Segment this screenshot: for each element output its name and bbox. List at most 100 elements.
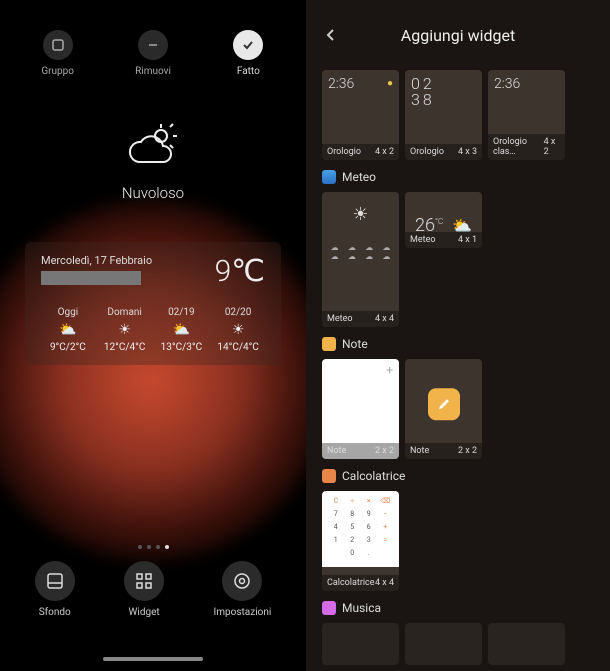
- section-calc: Calcolatrice: [322, 469, 594, 483]
- meteo-app-icon: [322, 170, 336, 184]
- widget-name: Note: [410, 446, 429, 456]
- wallpaper-icon: [35, 561, 75, 601]
- widget-name: Orologio clas…: [493, 137, 544, 157]
- calc-key: 8: [350, 510, 354, 522]
- calc-keypad: C÷×⌫789−456+123=0.: [322, 491, 399, 567]
- day-label: Domani: [107, 307, 141, 318]
- top-actions: Gruppo Rimuovi Fatto: [0, 0, 306, 77]
- current-temp: 9℃: [215, 254, 265, 289]
- note-widget-list[interactable]: + Note 2 x 2: [322, 359, 399, 459]
- widget-name: Note: [327, 446, 346, 456]
- gear-icon: [222, 561, 262, 601]
- widget-button[interactable]: Widget: [124, 561, 164, 618]
- note-app-icon: [322, 337, 336, 351]
- calc-widget-4x4[interactable]: C÷×⌫789−456+123=0. Calcolatrice4 x 4: [322, 491, 399, 591]
- section-note: Note: [322, 337, 594, 351]
- day-temp: 9°C/2°C: [50, 342, 86, 353]
- wallpaper-button[interactable]: Sfondo: [35, 561, 75, 618]
- widget-name: Orologio: [410, 147, 444, 157]
- calc-key: ⌫: [380, 497, 390, 509]
- widget-icon: [124, 561, 164, 601]
- widget-size: 2 x 2: [375, 446, 394, 456]
- section-meteo: Meteo: [322, 170, 594, 184]
- calc-key: 2: [350, 536, 354, 548]
- calc-key: 3: [367, 536, 371, 548]
- widget-name: Calcolatrice: [327, 578, 375, 588]
- music-widget[interactable]: [488, 623, 565, 665]
- sunny-icon: ☀: [118, 322, 131, 338]
- day-label: 02/19: [168, 307, 195, 318]
- clock-preview: 2:36 ●: [322, 70, 399, 98]
- sunny-icon: ☀: [232, 322, 245, 338]
- calc-key: 5: [350, 523, 354, 535]
- partly-cloudy-icon: ⛅: [173, 322, 190, 338]
- calc-key: C: [333, 497, 338, 509]
- section-label: Meteo: [342, 170, 376, 184]
- section-label: Calcolatrice: [342, 469, 405, 483]
- settings-button[interactable]: Impostazioni: [214, 561, 272, 618]
- meteo-unit: °C: [435, 217, 443, 226]
- moon-icon: ●: [387, 78, 393, 89]
- widget-size: 4 x 4: [375, 314, 394, 324]
- done-label: Fatto: [237, 66, 260, 77]
- clock-time: 2:36: [328, 76, 354, 92]
- page-title: Aggiungi widget: [401, 26, 515, 45]
- calc-key: −: [383, 510, 387, 522]
- meteo-widget-row: ☀ ☁☁☁☁ ☁☁☁☁ Meteo4 x 4 26°C ⛅ Meteo4 x 1: [322, 192, 594, 327]
- widget-list[interactable]: 2:36 ● Orologio4 x 2 02 38 Orologio4 x 3…: [306, 70, 610, 671]
- widget-size: 4 x 2: [375, 147, 394, 157]
- clock-preview: 02 38: [405, 70, 482, 114]
- calc-key: 4: [334, 523, 338, 535]
- nav-handle[interactable]: [103, 657, 203, 661]
- note-widget-row: + Note 2 x 2 Note 2 x 2: [322, 359, 594, 459]
- clock-widget-4x3[interactable]: 02 38 Orologio4 x 3: [405, 70, 482, 160]
- redacted-location: [41, 271, 141, 285]
- pencil-icon: [428, 388, 460, 420]
- meteo-widget-4x4[interactable]: ☀ ☁☁☁☁ ☁☁☁☁ Meteo4 x 4: [322, 192, 399, 327]
- note-widget-single[interactable]: Note 2 x 2: [405, 359, 482, 459]
- music-widget[interactable]: [322, 623, 399, 665]
- forecast-day: 02/19 ⛅ 13°C/3°C: [155, 307, 209, 353]
- wallpaper-label: Sfondo: [39, 607, 71, 618]
- calc-key: ×: [367, 497, 371, 509]
- back-button[interactable]: [324, 23, 338, 47]
- day-temp: 12°C/4°C: [104, 342, 145, 353]
- widget-size: 2 x 2: [458, 446, 477, 456]
- weather-widget[interactable]: Mercoledì, 17 Febbraio 9℃ Oggi ⛅ 9°C/2°C…: [25, 242, 281, 365]
- forecast-row: Oggi ⛅ 9°C/2°C Domani ☀ 12°C/4°C 02/19 ⛅…: [41, 307, 265, 353]
- music-widget[interactable]: [405, 623, 482, 665]
- group-label: Gruppo: [41, 66, 74, 77]
- settings-label: Impostazioni: [214, 607, 272, 618]
- widget-picker-header: Aggiungi widget: [306, 0, 610, 70]
- widget-name: Meteo: [327, 314, 352, 324]
- clock-classic-widget-4x2[interactable]: 2:36 Orologio clas…4 x 2: [488, 70, 565, 160]
- remove-icon: [138, 30, 168, 60]
- calc-key: .: [368, 549, 370, 561]
- widget-picker-screen: Aggiungi widget 2:36 ● Orologio4 x 2 02 …: [306, 0, 610, 671]
- clock-widget-4x2[interactable]: 2:36 ● Orologio4 x 2: [322, 70, 399, 160]
- home-edit-screen: Gruppo Rimuovi Fatto Nuvoloso: [0, 0, 306, 671]
- forecast-day: Domani ☀ 12°C/4°C: [98, 307, 152, 353]
- hourly-icons: ☁☁☁☁: [322, 243, 399, 252]
- widget-size: 4 x 4: [375, 578, 394, 588]
- clock-widget-row: 2:36 ● Orologio4 x 2 02 38 Orologio4 x 3…: [322, 70, 594, 160]
- calc-key: =: [383, 536, 387, 548]
- calc-key: ÷: [350, 497, 354, 509]
- clock-preview: 2:36: [488, 70, 565, 98]
- done-button[interactable]: Fatto: [218, 30, 278, 77]
- clock-time: 2:36: [494, 76, 520, 92]
- clock-minutes: 38: [411, 92, 476, 108]
- meteo-widget-4x1[interactable]: 26°C ⛅ Meteo4 x 1: [405, 192, 482, 248]
- day-label: Oggi: [58, 307, 79, 318]
- day-label: 02/20: [225, 307, 252, 318]
- calc-key: 1: [334, 536, 338, 548]
- hourly-icons: ☁☁☁☁: [322, 252, 399, 261]
- group-button[interactable]: Gruppo: [28, 30, 88, 77]
- plus-icon: +: [386, 363, 393, 377]
- remove-button[interactable]: Rimuovi: [123, 30, 183, 77]
- section-music: Musica: [322, 601, 594, 615]
- calc-key: 6: [367, 523, 371, 535]
- forecast-day: Oggi ⛅ 9°C/2°C: [41, 307, 95, 353]
- music-app-icon: [322, 601, 336, 615]
- bottom-actions: Sfondo Widget Impostazioni: [0, 549, 306, 618]
